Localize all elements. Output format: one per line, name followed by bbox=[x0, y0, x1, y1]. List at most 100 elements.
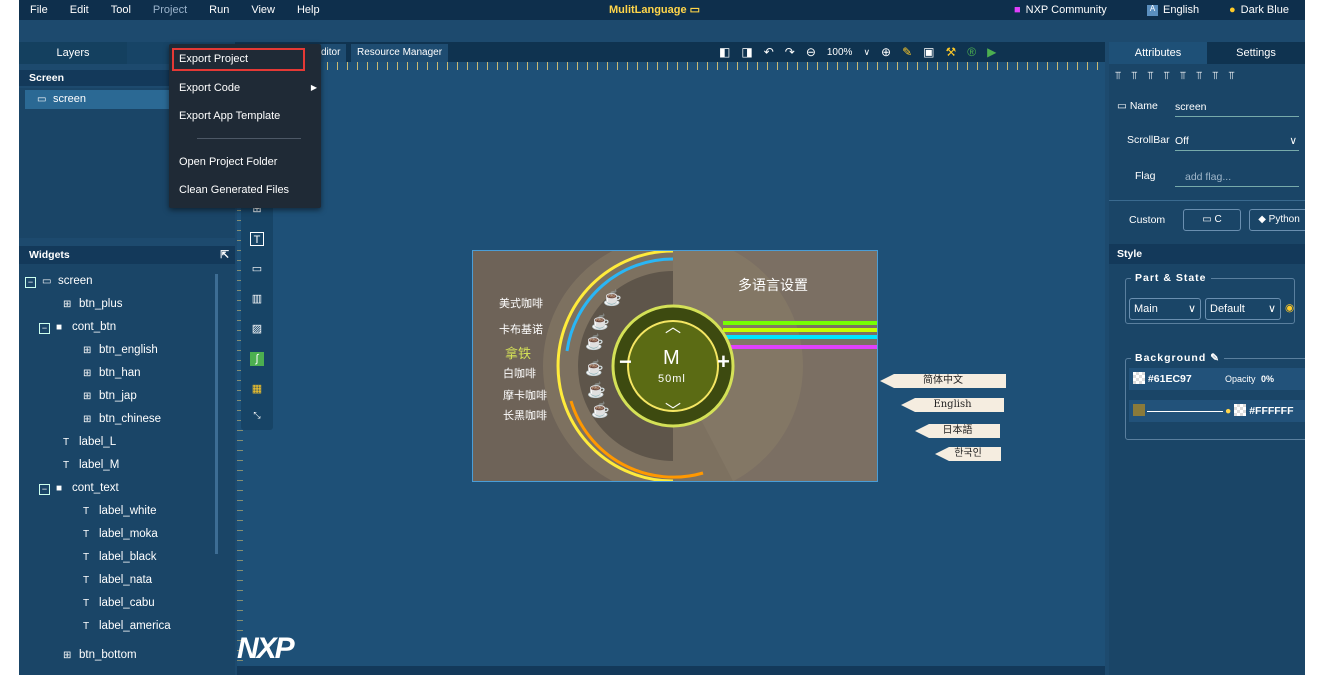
zoom-level[interactable]: 100% bbox=[827, 47, 853, 58]
wrench-icon[interactable]: ⚒ bbox=[946, 46, 957, 58]
tree-node-label-black[interactable]: Tlabel_black bbox=[83, 546, 157, 568]
register-icon[interactable]: ® bbox=[967, 46, 976, 58]
undo-icon[interactable]: ↶ bbox=[764, 46, 774, 58]
menu-item-clean-files[interactable]: Clean Generated Files bbox=[179, 183, 289, 197]
popout-icon[interactable]: ⇱ bbox=[220, 246, 229, 264]
custom-python-button[interactable]: ◆ Python bbox=[1249, 209, 1305, 231]
bg-color-swatch[interactable] bbox=[1133, 372, 1145, 384]
python-label: Python bbox=[1268, 214, 1300, 225]
tree-node-btn-chinese[interactable]: ⊞ btn_chinese bbox=[83, 408, 161, 430]
coffee-flatwhite[interactable]: 白咖啡 bbox=[503, 365, 536, 381]
label-icon: T bbox=[83, 621, 90, 632]
qrcode-widget-icon[interactable]: ▦ bbox=[250, 382, 264, 396]
tree-label: label_america bbox=[99, 620, 171, 632]
language-switch[interactable]: A English bbox=[1147, 0, 1199, 20]
expand-icon[interactable]: ⤡ bbox=[250, 408, 264, 422]
custom-label: Custom bbox=[1129, 214, 1166, 226]
align-front-icon[interactable]: ◨ bbox=[741, 46, 752, 58]
part-select[interactable]: Main ∨ bbox=[1129, 298, 1201, 320]
collapse-icon[interactable]: − bbox=[39, 484, 50, 495]
lang-btn-korean[interactable]: 한국인 bbox=[935, 447, 1001, 461]
tree-node-screen[interactable]: − ▭ screen bbox=[25, 270, 93, 292]
tab-attributes[interactable]: Attributes bbox=[1109, 42, 1207, 64]
clean-icon[interactable]: ✎ bbox=[902, 46, 912, 58]
custom-c-button[interactable]: ▭ C bbox=[1183, 209, 1241, 231]
tree-node-label-moka[interactable]: Tlabel_moka bbox=[83, 523, 158, 545]
coffee-latte[interactable]: 拿铁 bbox=[505, 343, 531, 362]
tab-layers[interactable]: Layers bbox=[19, 42, 127, 64]
tree-node-label-l[interactable]: Tlabel_L bbox=[63, 431, 116, 453]
menu-view[interactable]: View bbox=[240, 0, 286, 20]
app-title-text: MulitLanguage bbox=[609, 4, 687, 16]
coffee-mocha[interactable]: 摩卡咖啡 bbox=[503, 387, 547, 403]
tree-node-label-white[interactable]: Tlabel_white bbox=[83, 500, 157, 522]
menu-help[interactable]: Help bbox=[286, 0, 331, 20]
menu-tool[interactable]: Tool bbox=[100, 0, 142, 20]
collapse-icon[interactable]: − bbox=[39, 323, 50, 334]
menu-item-open-folder[interactable]: Open Project Folder bbox=[179, 155, 277, 169]
tree-node-btn-english[interactable]: ⊞ btn_english bbox=[83, 339, 158, 361]
align-back-icon[interactable]: ◧ bbox=[719, 46, 730, 58]
menu-item-export-template[interactable]: Export App Template bbox=[179, 109, 280, 123]
image-widget-icon[interactable]: ▨ bbox=[250, 322, 264, 336]
tree-node-label-cabu[interactable]: Tlabel_cabu bbox=[83, 592, 155, 614]
gradient-start-swatch[interactable] bbox=[1133, 404, 1145, 416]
coffee-cappuccino[interactable]: 卡布基诺 bbox=[499, 321, 543, 337]
community-link[interactable]: ■ NXP Community bbox=[1014, 0, 1107, 20]
menu-run[interactable]: Run bbox=[198, 0, 240, 20]
gradient-row[interactable]: ● #FFFFFF bbox=[1129, 400, 1305, 422]
plus-button[interactable]: + bbox=[717, 349, 730, 375]
run-icon[interactable]: ▶ bbox=[987, 46, 996, 58]
minus-button[interactable]: − bbox=[619, 349, 632, 375]
menu-file[interactable]: File bbox=[19, 0, 59, 20]
state-select[interactable]: Default ∨ bbox=[1205, 298, 1281, 320]
tree-node-cont-btn[interactable]: − ■ cont_btn bbox=[39, 316, 116, 338]
chevron-down-icon[interactable]: ∨ bbox=[863, 47, 870, 57]
tree-node-label-m[interactable]: Tlabel_M bbox=[63, 454, 119, 476]
tree-node-btn-han[interactable]: ⊞ btn_han bbox=[83, 362, 141, 384]
scrollbar-select[interactable]: Off ∨ bbox=[1175, 132, 1299, 151]
tab-resource-manager[interactable]: Resource Manager bbox=[351, 44, 449, 62]
tree-scrollbar[interactable] bbox=[215, 274, 218, 554]
button-icon: ⊞ bbox=[83, 391, 92, 402]
tree-node-label-nata[interactable]: Tlabel_nata bbox=[83, 569, 152, 591]
align-toolbar[interactable]: ⫪⫪⫪⫪⫪⫪⫪⫪ bbox=[1115, 70, 1245, 83]
label-widget-icon[interactable]: T bbox=[250, 232, 264, 246]
lang-btn-japanese[interactable]: 日本語 bbox=[915, 424, 1000, 438]
lang-btn-chinese[interactable]: 简体中文 bbox=[880, 374, 1006, 388]
chevron-up-icon[interactable]: ︿ bbox=[665, 313, 681, 337]
chevron-down-icon[interactable]: ﹀ bbox=[665, 397, 681, 421]
coffee-longblack[interactable]: 长黑咖啡 bbox=[503, 407, 547, 423]
tree-node-btn-plus[interactable]: ⊞ btn_plus bbox=[63, 293, 122, 315]
tree-node-label-america[interactable]: Tlabel_america bbox=[83, 615, 171, 637]
menu-project[interactable]: Project bbox=[142, 0, 198, 20]
slider-handle[interactable]: ● bbox=[1225, 405, 1231, 417]
name-field[interactable]: screen bbox=[1175, 98, 1299, 117]
tree-node-cont-text[interactable]: − ■ cont_text bbox=[39, 477, 119, 499]
menu-item-export-project[interactable]: Export Project bbox=[179, 52, 248, 66]
animation-widget-icon[interactable]: ∫ bbox=[250, 352, 264, 366]
flag-input[interactable]: add flag... bbox=[1175, 168, 1299, 187]
theme-switch[interactable]: ● Dark Blue bbox=[1229, 0, 1289, 20]
screen-preview[interactable]: 多语言设置 美式咖啡 卡布基诺 拿铁 白咖啡 摩卡咖啡 长黑咖啡 ☕ ☕ ☕ ☕… bbox=[472, 250, 878, 482]
menu-edit[interactable]: Edit bbox=[59, 0, 100, 20]
gradient-slider[interactable] bbox=[1147, 410, 1223, 412]
chart-widget-icon[interactable]: ▥ bbox=[250, 292, 264, 306]
tree-label: label_white bbox=[99, 505, 157, 517]
lang-btn-english[interactable]: English bbox=[901, 398, 1004, 412]
bg-color-row[interactable]: #61EC97 Opacity 0% bbox=[1129, 368, 1305, 390]
tab-settings[interactable]: Settings bbox=[1207, 42, 1305, 64]
redo-icon[interactable]: ↷ bbox=[785, 46, 795, 58]
tree-node-btn-bottom[interactable]: ⊞ btn_bottom bbox=[63, 644, 137, 666]
screen-list-item[interactable]: ▭ screen bbox=[25, 90, 170, 109]
coffee-americano[interactable]: 美式咖啡 bbox=[499, 295, 543, 311]
gradient-end-swatch[interactable] bbox=[1234, 404, 1247, 416]
dropdown-widget-icon[interactable]: ▭ bbox=[250, 262, 264, 276]
menu-item-export-code[interactable]: Export Code ▶ bbox=[179, 81, 317, 95]
eye-icon[interactable]: ◉ bbox=[1285, 302, 1294, 314]
collapse-icon[interactable]: − bbox=[25, 277, 36, 288]
zoom-in-icon[interactable]: ⊕ bbox=[881, 46, 891, 58]
tree-node-btn-jap[interactable]: ⊞ btn_jap bbox=[83, 385, 137, 407]
code-icon[interactable]: ▣ bbox=[923, 46, 934, 58]
zoom-out-icon[interactable]: ⊖ bbox=[806, 46, 816, 58]
